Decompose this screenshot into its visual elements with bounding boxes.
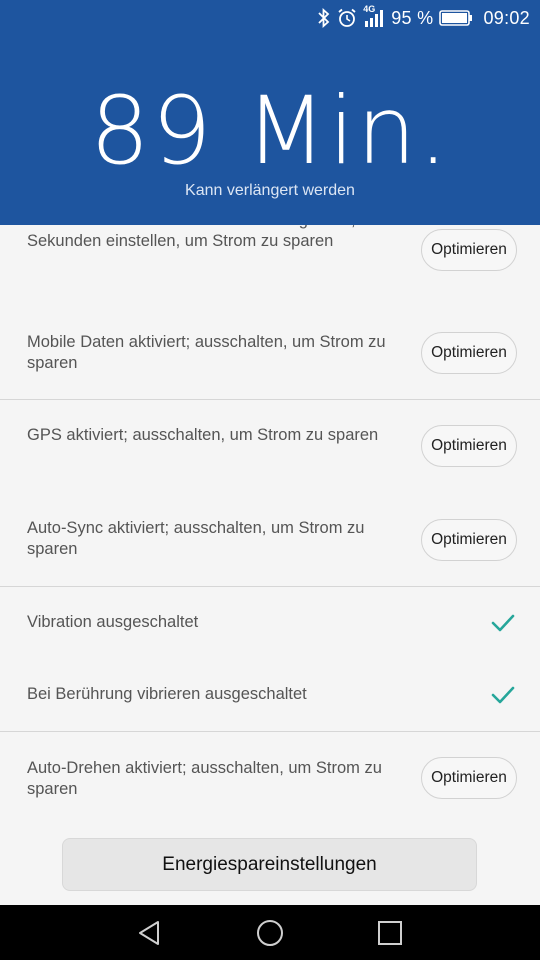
header: 4G 95 % 09:02 89 Min. Kann verlängert we…: [0, 0, 540, 225]
optimize-button[interactable]: Optimieren: [421, 229, 517, 271]
battery-icon: [439, 9, 473, 27]
list-item-text: GPS aktiviert; ausschalten, um Strom zu …: [27, 426, 379, 444]
home-icon[interactable]: [255, 918, 285, 948]
optimize-button[interactable]: Optimieren: [421, 757, 517, 799]
navigation-bar: [0, 905, 540, 960]
recents-icon[interactable]: [375, 918, 405, 948]
remaining-time-subtitle: Kann verlängert werden: [185, 182, 355, 199]
list-item: Mobile Daten aktiviert; ausschalten, um …: [0, 310, 540, 398]
back-icon[interactable]: [135, 918, 165, 948]
optimization-list[interactable]: Bildschirm-Timeout auf 1 Minuten eingest…: [0, 225, 540, 905]
signal-icon: 4G: [363, 4, 385, 28]
network-type: 4G: [363, 4, 376, 14]
optimize-button[interactable]: Optimieren: [421, 425, 517, 467]
bluetooth-icon: [317, 8, 331, 28]
status-bar: 4G 95 % 09:02: [0, 0, 540, 36]
check-icon: [491, 614, 515, 632]
list-item-text: Mobile Daten aktiviert; ausschalten, um …: [27, 333, 386, 372]
optimize-button[interactable]: Optimieren: [421, 332, 517, 374]
alarm-icon: [337, 8, 357, 28]
list-item-text: Bildschirm-Timeout auf 1 Minuten eingest…: [27, 225, 406, 250]
list-item: Bildschirm-Timeout auf 1 Minuten eingest…: [0, 225, 540, 292]
check-icon: [491, 686, 515, 704]
battery-percent: 95 %: [391, 7, 434, 28]
list-item: GPS aktiviert; ausschalten, um Strom zu …: [0, 400, 540, 493]
remaining-time: 89 Min.: [89, 77, 451, 186]
list-item-text: Auto-Drehen aktiviert; ausschalten, um S…: [27, 759, 382, 798]
optimize-button[interactable]: Optimieren: [421, 519, 517, 561]
list-item: Auto-Sync aktiviert; ausschalten, um Str…: [0, 493, 540, 586]
list-item: Bei Berührung vibrieren ausgeschaltet: [0, 659, 540, 731]
list-item: Auto-Drehen aktiviert; ausschalten, um S…: [0, 732, 540, 824]
list-item-text: Vibration ausgeschaltet: [27, 613, 199, 631]
clock: 09:02: [483, 7, 530, 28]
list-item-text: Bei Berührung vibrieren ausgeschaltet: [27, 685, 307, 703]
list-item-text: Auto-Sync aktiviert; ausschalten, um Str…: [27, 519, 365, 558]
energy-settings-button[interactable]: Energiespareinstellungen: [62, 838, 477, 891]
list-item: Vibration ausgeschaltet: [0, 587, 540, 659]
